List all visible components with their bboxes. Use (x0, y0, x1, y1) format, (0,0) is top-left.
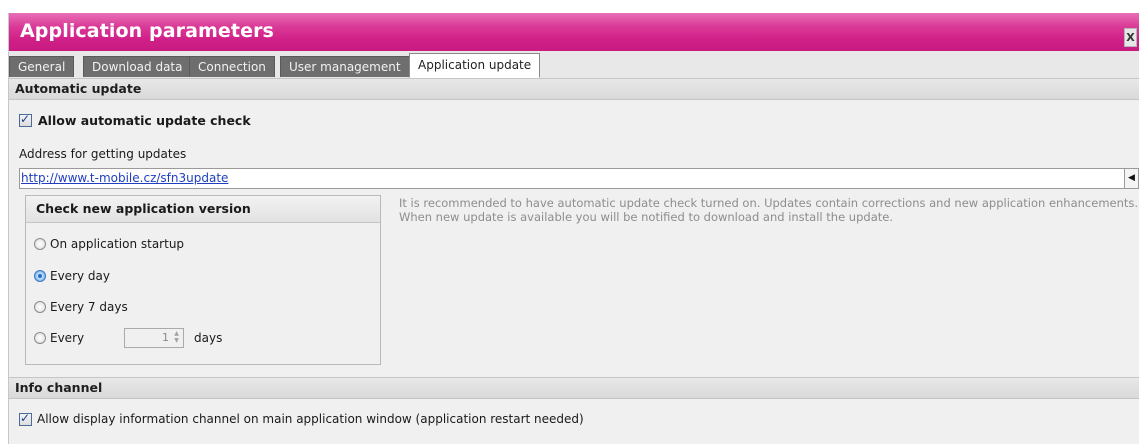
option-on-startup[interactable]: On application startup (34, 237, 184, 251)
tab-download-data[interactable]: Download data (83, 56, 192, 77)
on-startup-radio[interactable] (34, 238, 46, 250)
allow-auto-update-label: Allow automatic update check (38, 113, 251, 128)
close-button[interactable]: X (1124, 28, 1137, 47)
every-n-days-label: Every (50, 331, 85, 345)
caret-left-icon[interactable]: ◀ (1124, 169, 1138, 188)
tab-application-update[interactable]: Application update (409, 53, 541, 78)
automatic-update-header: Automatic update (9, 78, 1139, 100)
application-parameters-window: Application parameters X General Downloa… (8, 13, 1139, 444)
info-channel-checkbox[interactable] (19, 411, 32, 426)
every-n-days-radio[interactable] (34, 332, 46, 344)
option-every-day[interactable]: Every day (34, 269, 110, 283)
update-hint: It is recommended to have automatic upda… (399, 196, 1139, 224)
option-every-7-days[interactable]: Every 7 days (34, 300, 128, 314)
every-7-days-label: Every 7 days (50, 300, 128, 314)
info-channel-header: Info channel (9, 377, 1139, 399)
days-unit-label: days (194, 331, 223, 345)
address-label: Address for getting updates (19, 147, 187, 161)
update-hint-line-1: It is recommended to have automatic upda… (399, 196, 1139, 210)
update-hint-line-2: When new update is available you will be… (399, 210, 893, 224)
every-7-days-radio[interactable] (34, 301, 46, 313)
days-spinner-value: 1 (162, 331, 169, 344)
every-day-radio[interactable] (34, 270, 46, 282)
days-spinner[interactable]: 1 ▲ ▼ (124, 328, 184, 348)
window-title: Application parameters (20, 20, 274, 42)
update-address-link[interactable]: http://www.t-mobile.cz/sfn3update (20, 171, 228, 185)
check-version-group-title: Check new application version (26, 196, 380, 223)
check-version-group: Check new application version On applica… (25, 195, 381, 365)
option-every-n-days[interactable]: Every (34, 331, 84, 345)
update-address-input[interactable]: http://www.t-mobile.cz/sfn3update ◀ (19, 168, 1139, 189)
on-startup-label: On application startup (50, 237, 185, 251)
spinner-arrows-icon[interactable]: ▲ ▼ (172, 330, 181, 346)
info-channel-label: Allow display information channel on mai… (37, 412, 584, 426)
allow-auto-update-row[interactable]: Allow automatic update check (19, 112, 251, 128)
info-channel-row[interactable]: Allow display information channel on mai… (19, 411, 584, 426)
allow-auto-update-checkbox[interactable] (19, 112, 32, 127)
tab-general[interactable]: General (9, 56, 75, 77)
tab-user-management[interactable]: User management (280, 56, 410, 77)
every-day-label: Every day (50, 269, 110, 283)
tab-connection[interactable]: Connection (189, 56, 275, 77)
title-bar: Application parameters (9, 13, 1139, 51)
